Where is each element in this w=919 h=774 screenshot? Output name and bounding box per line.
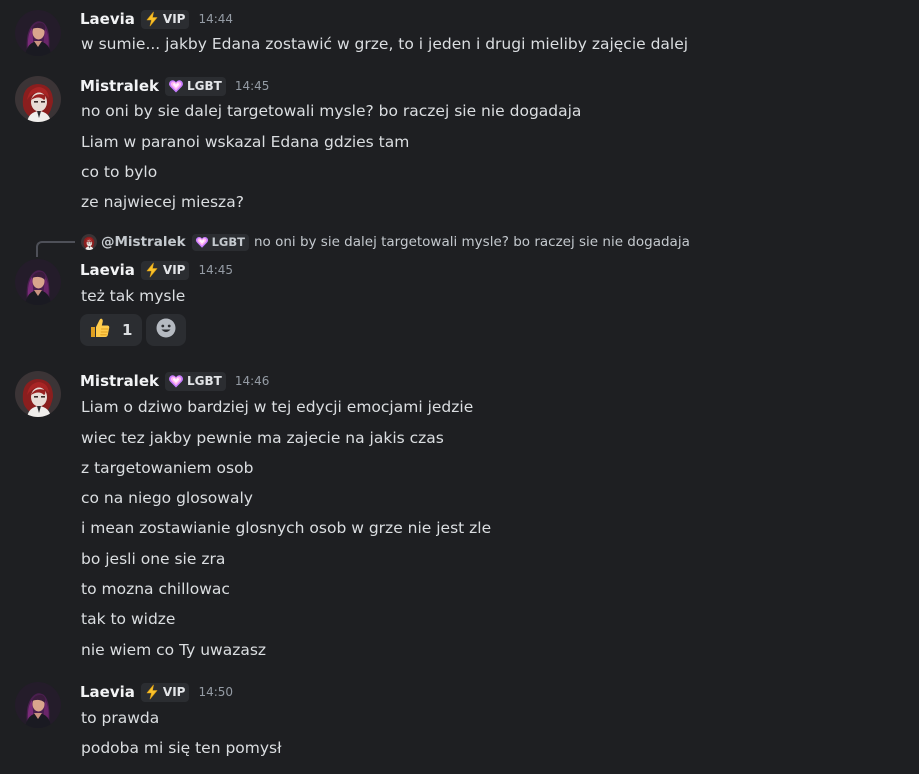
role-badge[interactable]: VIP (140, 9, 190, 29)
message-header: Laevia VIP 14:50 (80, 682, 233, 702)
chat-messages: Laevia VIP 14:44 w sumie... jakby Edana … (0, 0, 919, 774)
badge-label: VIP (162, 263, 186, 277)
timestamp[interactable]: 14:45 (198, 263, 233, 277)
reply-reference[interactable]: @Mistralek LGBT no oni by sie dalej targ… (36, 232, 756, 257)
timestamp[interactable]: 14:46 (235, 374, 270, 388)
reply-connector (36, 241, 75, 257)
username[interactable]: Laevia (80, 261, 135, 279)
username[interactable]: Laevia (80, 10, 135, 28)
message-line: to mozna chillowac (81, 580, 230, 598)
thumbs-up-icon (88, 316, 112, 344)
message-line: nie wiem co Ty uwazasz (81, 641, 267, 659)
lightning-icon (144, 262, 160, 278)
avatar-laevia[interactable] (15, 10, 61, 56)
purple-heart-icon (168, 78, 184, 94)
message-line: też tak mysle (81, 287, 186, 305)
avatar-laevia[interactable] (15, 259, 61, 305)
role-badge[interactable]: VIP (140, 260, 190, 280)
badge-label: VIP (162, 12, 186, 26)
message-line: to prawda (81, 709, 160, 727)
message-header: Mistralek LGBT 14:45 (80, 76, 269, 96)
message-header: Laevia VIP 14:45 (80, 260, 233, 280)
purple-heart-icon (168, 373, 184, 389)
message-line: wiec tez jakby pewnie ma zajecie na jaki… (81, 429, 444, 447)
timestamp[interactable]: 14:50 (198, 685, 233, 699)
reaction-thumbs-up[interactable]: 1 (80, 314, 143, 346)
reaction-count: 1 (122, 321, 133, 339)
badge-label: LGBT (186, 374, 222, 388)
username[interactable]: Laevia (80, 683, 135, 701)
reply-avatar (81, 234, 97, 250)
role-badge[interactable]: LGBT (164, 371, 226, 391)
message-header: Mistralek LGBT 14:46 (80, 371, 269, 391)
reply-text[interactable]: no oni by sie dalej targetowali mysle? b… (254, 234, 690, 250)
badge-label: LGBT (186, 79, 222, 93)
avatar-mistralek[interactable] (15, 76, 61, 122)
message-line: co to bylo (81, 163, 158, 181)
message-line: i mean zostawianie glosnych osob w grze … (81, 519, 492, 537)
message-line: w sumie... jakby Edana zostawić w grze, … (81, 35, 689, 53)
smiley-icon (155, 317, 177, 343)
lightning-icon (144, 684, 160, 700)
message-line: Liam w paranoi wskazal Edana gdzies tam (81, 133, 410, 151)
reply-role-badge: LGBT (191, 233, 249, 251)
add-reaction-button[interactable] (146, 314, 187, 346)
username[interactable]: Mistralek (80, 77, 159, 95)
badge-label: LGBT (211, 235, 245, 249)
message-line: bo jesli one sie zra (81, 550, 226, 568)
message-line: Liam o dziwo bardziej w tej edycji emocj… (81, 398, 474, 416)
role-badge[interactable]: VIP (140, 682, 190, 702)
timestamp[interactable]: 14:45 (235, 79, 270, 93)
reactions-bar: 1 (80, 314, 187, 346)
avatar-mistralek[interactable] (15, 371, 61, 417)
message-line: tak to widze (81, 610, 176, 628)
message-line: no oni by sie dalej targetowali mysle? b… (81, 102, 582, 120)
message-line: podoba mi się ten pomysł (81, 739, 282, 757)
message-line: z targetowaniem osob (81, 459, 254, 477)
username[interactable]: Mistralek (80, 372, 159, 390)
lightning-icon (144, 11, 160, 27)
message-header: Laevia VIP 14:44 (80, 9, 233, 29)
role-badge[interactable]: LGBT (164, 76, 226, 96)
purple-heart-icon (195, 235, 209, 249)
badge-label: VIP (162, 685, 186, 699)
reply-preview[interactable]: @Mistralek LGBT no oni by sie dalej targ… (81, 232, 690, 252)
reply-author[interactable]: @Mistralek (101, 234, 186, 250)
message-line: ze najwiecej miesza? (81, 193, 244, 211)
avatar-laevia[interactable] (15, 682, 61, 728)
timestamp[interactable]: 14:44 (198, 12, 233, 26)
message-line: co na niego glosowaly (81, 489, 253, 507)
